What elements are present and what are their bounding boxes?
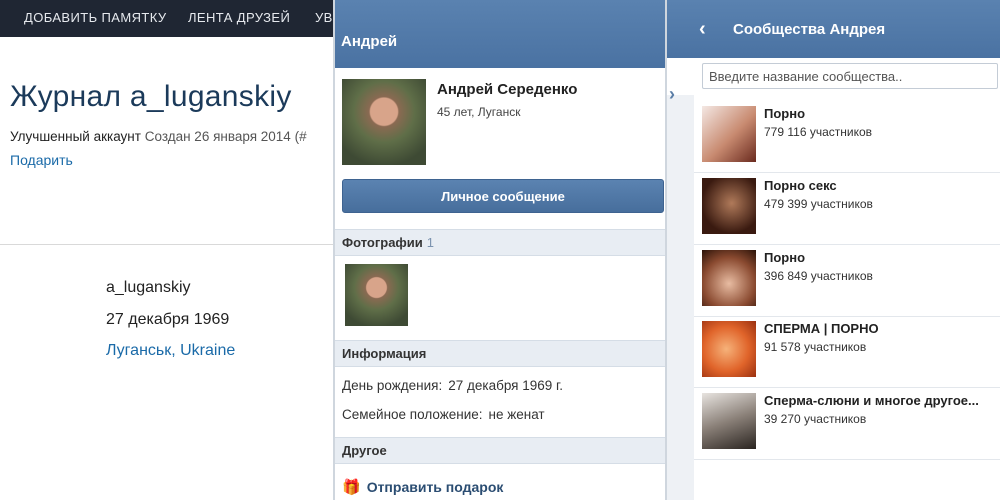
community-item[interactable]: Порно секс 479 399 участников — [694, 172, 1000, 245]
nav-add-memo[interactable]: ДОБАВИТЬ ПАМЯТКУ — [24, 10, 166, 25]
community-title: СПЕРМА | ПОРНО — [764, 321, 879, 336]
send-gift-button[interactable]: 🎁 Отправить подарок — [342, 478, 503, 496]
community-avatar — [702, 321, 756, 377]
community-avatar — [702, 178, 756, 234]
header-title: Сообщества Андрея — [733, 21, 886, 38]
community-item[interactable]: Порно 396 849 участников — [694, 244, 1000, 317]
community-title: Порно секс — [764, 178, 837, 193]
profile-age-city: 45 лет, Луганск — [437, 105, 521, 119]
photo-thumbnail[interactable] — [345, 264, 408, 326]
city-link[interactable]: Луганськ — [106, 342, 171, 359]
profile-header: Андрей — [335, 0, 665, 68]
vk-profile-panel: Андрей Андрей Середенко 45 лет, Луганск … — [335, 0, 665, 500]
photos-count: 1 — [426, 235, 435, 250]
communities-header: ‹ Сообщества Андрея — [667, 0, 1000, 58]
vk-communities-panel: ‹ Сообщества Андрея › Порно 779 116 учас… — [667, 0, 1000, 500]
livejournal-panel: ДОБАВИТЬ ПАМЯТКУ ЛЕНТА ДРУЗЕЙ УВ Журнал … — [0, 0, 333, 500]
avatar[interactable] — [342, 79, 426, 165]
community-avatar — [702, 393, 756, 449]
marital-row: Семейное положение: не женат — [342, 407, 545, 422]
community-members: 779 116 участников — [764, 125, 873, 139]
community-search-input[interactable] — [702, 63, 998, 89]
send-gift-label: Отправить подарок — [366, 479, 504, 495]
side-gutter — [667, 95, 694, 500]
chevron-right-icon[interactable]: › — [669, 84, 675, 105]
photos-label-text: Фотографии — [342, 235, 423, 250]
nav-friends-feed[interactable]: ЛЕНТА ДРУЗЕЙ — [188, 10, 290, 25]
community-title: Сперма-слюни и многое другое... — [764, 393, 979, 408]
community-members: 39 270 участников — [764, 412, 867, 426]
section-information: Информация — [335, 340, 665, 367]
community-avatar — [702, 250, 756, 306]
community-item[interactable]: СПЕРМА | ПОРНО 91 578 участников — [694, 315, 1000, 388]
header-title: Андрей — [341, 33, 398, 50]
marital-label: Семейное положение: — [342, 407, 483, 422]
community-item[interactable]: Порно 779 116 участников — [694, 100, 1000, 173]
country-link[interactable]: Ukraine — [180, 342, 235, 359]
private-message-button[interactable]: Личное сообщение — [342, 179, 664, 213]
gift-link[interactable]: Подарить — [10, 152, 73, 168]
community-title: Порно — [764, 250, 806, 265]
birthday-value: 27 декабря 1969 г. — [448, 378, 564, 393]
account-created: Создан 26 января 2014 (# — [144, 129, 307, 144]
section-photos-label: Фотографии 1 — [342, 235, 434, 250]
section-photos[interactable]: Фотографии 1 — [335, 229, 665, 256]
top-navigation: ДОБАВИТЬ ПАМЯТКУ ЛЕНТА ДРУЗЕЙ УВ — [0, 0, 333, 37]
account-info: Улучшенный аккаунт Создан 26 января 2014… — [10, 129, 307, 144]
page-title: Журнал a_luganskiy — [10, 80, 292, 113]
community-members: 479 399 участников — [764, 197, 873, 211]
section-info-label: Информация — [342, 346, 427, 361]
birthday-row: День рождения: 27 декабря 1969 г. — [342, 378, 563, 393]
section-other-label: Другое — [342, 443, 387, 458]
nav-notifications[interactable]: УВ — [315, 10, 333, 25]
section-other: Другое — [335, 437, 665, 464]
birthday-label: День рождения: — [342, 378, 443, 393]
community-item[interactable]: Сперма-слюни и многое другое... 39 270 у… — [694, 387, 1000, 460]
divider — [0, 244, 333, 245]
profile-birthdate: 27 декабря 1969 — [106, 311, 230, 328]
gift-icon: 🎁 — [342, 479, 361, 496]
marital-value: не женат — [488, 407, 545, 422]
community-members: 396 849 участников — [764, 269, 873, 283]
community-avatar — [702, 106, 756, 162]
community-members: 91 578 участников — [764, 340, 867, 354]
account-type: Улучшенный аккаунт — [10, 129, 141, 144]
profile-location: Луганськ, Ukraine — [106, 342, 236, 359]
profile-name: Андрей Середенко — [437, 81, 578, 98]
profile-username: a_luganskiy — [106, 279, 191, 296]
chevron-left-icon[interactable]: ‹ — [699, 19, 706, 39]
community-title: Порно — [764, 106, 806, 121]
